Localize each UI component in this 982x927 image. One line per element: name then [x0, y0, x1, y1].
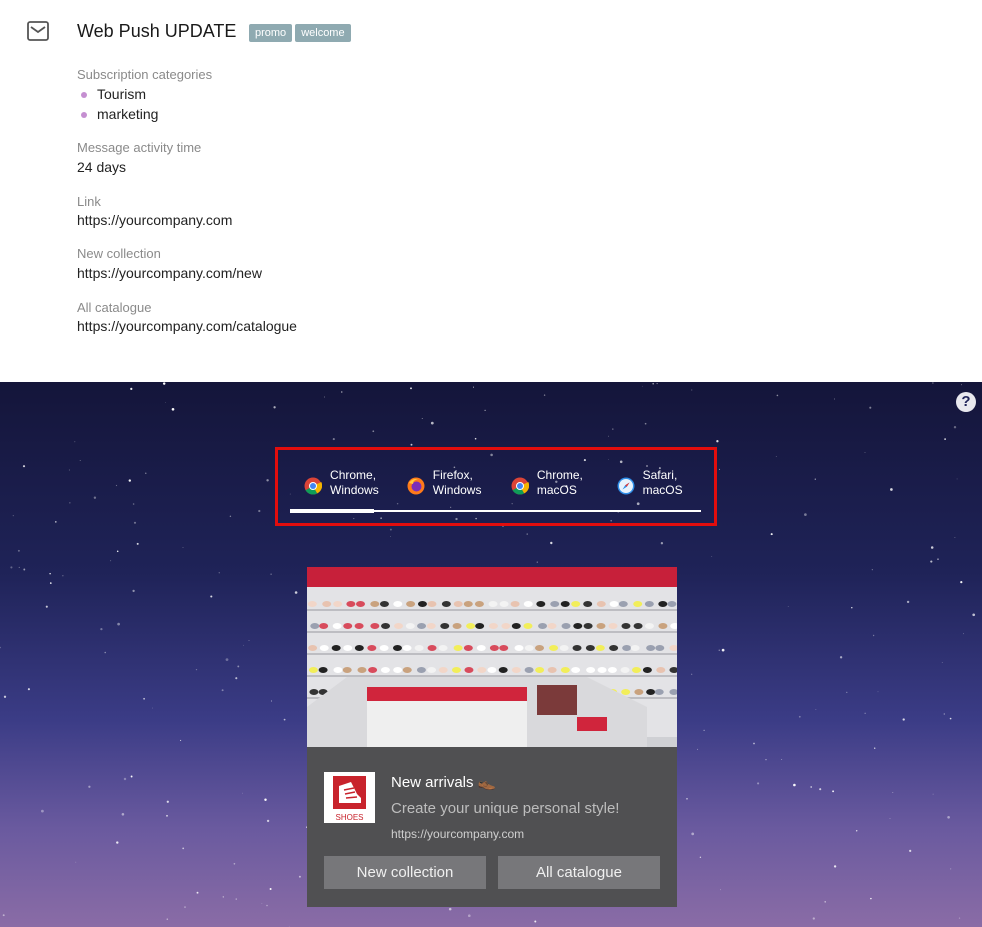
tag-welcome: welcome — [295, 24, 351, 42]
message-title: Web Push UPDATE — [77, 21, 237, 41]
push-preview: ? Chrome, Windows Firefox, Windows Chrom… — [0, 382, 982, 927]
shoe-store-photo — [307, 567, 677, 747]
active-tab-indicator — [290, 509, 374, 513]
all-catalogue-value: https://yourcompany.com/catalogue — [77, 318, 297, 334]
notification-image — [307, 567, 677, 747]
tab-label: Firefox, Windows — [432, 468, 482, 497]
tab-safari-macos[interactable]: Safari, macOS — [598, 462, 701, 508]
safari-icon — [617, 477, 635, 495]
tab-label: Chrome, macOS — [536, 468, 583, 497]
tab-label: Chrome, Windows — [330, 468, 379, 497]
firefox-icon — [407, 477, 425, 495]
mail-icon — [27, 21, 49, 41]
activity-time-value: 24 days — [77, 159, 127, 175]
message-details: Web Push UPDATE promo welcome Subscripti… — [0, 0, 982, 382]
new-collection-value: https://yourcompany.com/new — [77, 265, 262, 281]
tab-chrome-windows[interactable]: Chrome, Windows — [290, 462, 393, 508]
browser-tabs-highlight: Chrome, Windows Firefox, Windows Chrome,… — [275, 447, 717, 526]
new-collection-label: New collection — [77, 246, 161, 261]
chrome-icon — [511, 477, 529, 495]
tab-label: Safari, macOS — [642, 468, 683, 497]
category-list: Tourism marketing — [77, 85, 158, 125]
new-collection-button[interactable]: New collection — [324, 856, 486, 889]
browser-tabs: Chrome, Windows Firefox, Windows Chrome,… — [290, 462, 701, 508]
subscription-categories-label: Subscription categories — [77, 67, 213, 82]
category-item: marketing — [77, 105, 158, 125]
all-catalogue-label: All catalogue — [77, 300, 152, 315]
chrome-icon — [304, 477, 323, 495]
notification-url: https://yourcompany.com — [391, 827, 525, 841]
shoes-logo: SHOES — [324, 772, 375, 823]
push-notification-card: SHOES New arrivals 👞 Create your unique … — [307, 567, 677, 907]
notification-title: New arrivals 👞 — [391, 774, 497, 791]
tab-firefox-windows[interactable]: Firefox, Windows — [393, 462, 496, 508]
activity-time-label: Message activity time — [77, 140, 202, 155]
link-value: https://yourcompany.com — [77, 212, 233, 228]
tag-promo: promo — [249, 24, 293, 42]
category-item: Tourism — [77, 85, 158, 105]
tag-list: promo welcome — [249, 24, 351, 42]
link-label: Link — [77, 194, 101, 209]
all-catalogue-button[interactable]: All catalogue — [498, 856, 660, 889]
svg-text:SHOES: SHOES — [335, 813, 363, 822]
tab-chrome-macos[interactable]: Chrome, macOS — [496, 462, 599, 508]
notification-body: Create your unique personal style! — [391, 800, 620, 817]
question-icon[interactable]: ? — [956, 392, 976, 412]
